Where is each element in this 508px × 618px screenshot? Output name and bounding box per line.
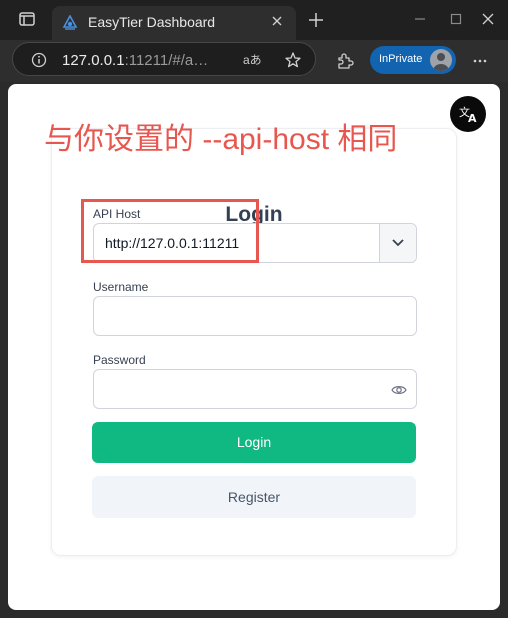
address-bar[interactable]: 127.0.0.1:11211/#/a… aあ	[12, 42, 316, 76]
extensions-icon[interactable]	[336, 52, 354, 70]
minimize-icon[interactable]	[412, 11, 428, 27]
chevron-down-icon	[392, 239, 404, 247]
svg-text:A: A	[468, 112, 477, 125]
tab-strip: EasyTier Dashboard	[0, 0, 508, 40]
browser-toolbar: 127.0.0.1:11211/#/a… aあ InPrivate	[0, 40, 508, 82]
easytier-favicon	[62, 15, 78, 30]
api-host-dropdown-button[interactable]	[379, 224, 416, 262]
translate-icon: 文 A	[459, 105, 477, 125]
info-icon[interactable]	[31, 52, 47, 68]
password-input[interactable]	[93, 369, 417, 409]
window-close-icon[interactable]	[480, 11, 496, 27]
page-viewport: Login API Host http://127.0.0.1:11211 Us…	[8, 84, 500, 610]
register-button[interactable]: Register	[92, 476, 416, 518]
close-icon[interactable]	[270, 14, 284, 28]
annotation-text: 与你设置的 --api-host 相同	[44, 123, 398, 156]
inprivate-button[interactable]: InPrivate	[370, 46, 456, 74]
read-aloud-icon[interactable]: aあ	[243, 51, 262, 68]
translate-button[interactable]: 文 A	[450, 96, 486, 132]
tab-title: EasyTier Dashboard	[88, 14, 216, 30]
api-host-highlight-box	[81, 199, 259, 263]
login-button[interactable]: Login	[92, 422, 416, 463]
eye-icon[interactable]	[391, 383, 407, 397]
url-text[interactable]: 127.0.0.1:11211/#/a…	[62, 52, 208, 69]
profile-avatar-icon	[430, 49, 452, 71]
more-icon[interactable]	[472, 53, 488, 69]
browser-tab[interactable]: EasyTier Dashboard	[52, 6, 296, 40]
favorites-icon[interactable]	[284, 51, 302, 69]
password-label: Password	[93, 353, 146, 367]
window-icon[interactable]	[19, 12, 35, 26]
url-host: 127.0.0.1	[62, 52, 125, 69]
username-input[interactable]	[93, 296, 417, 336]
url-path: :11211/#/a…	[124, 52, 209, 69]
new-tab-icon[interactable]	[308, 12, 324, 28]
maximize-icon[interactable]	[448, 11, 464, 27]
username-label: Username	[93, 280, 149, 294]
inprivate-label: InPrivate	[379, 53, 423, 65]
